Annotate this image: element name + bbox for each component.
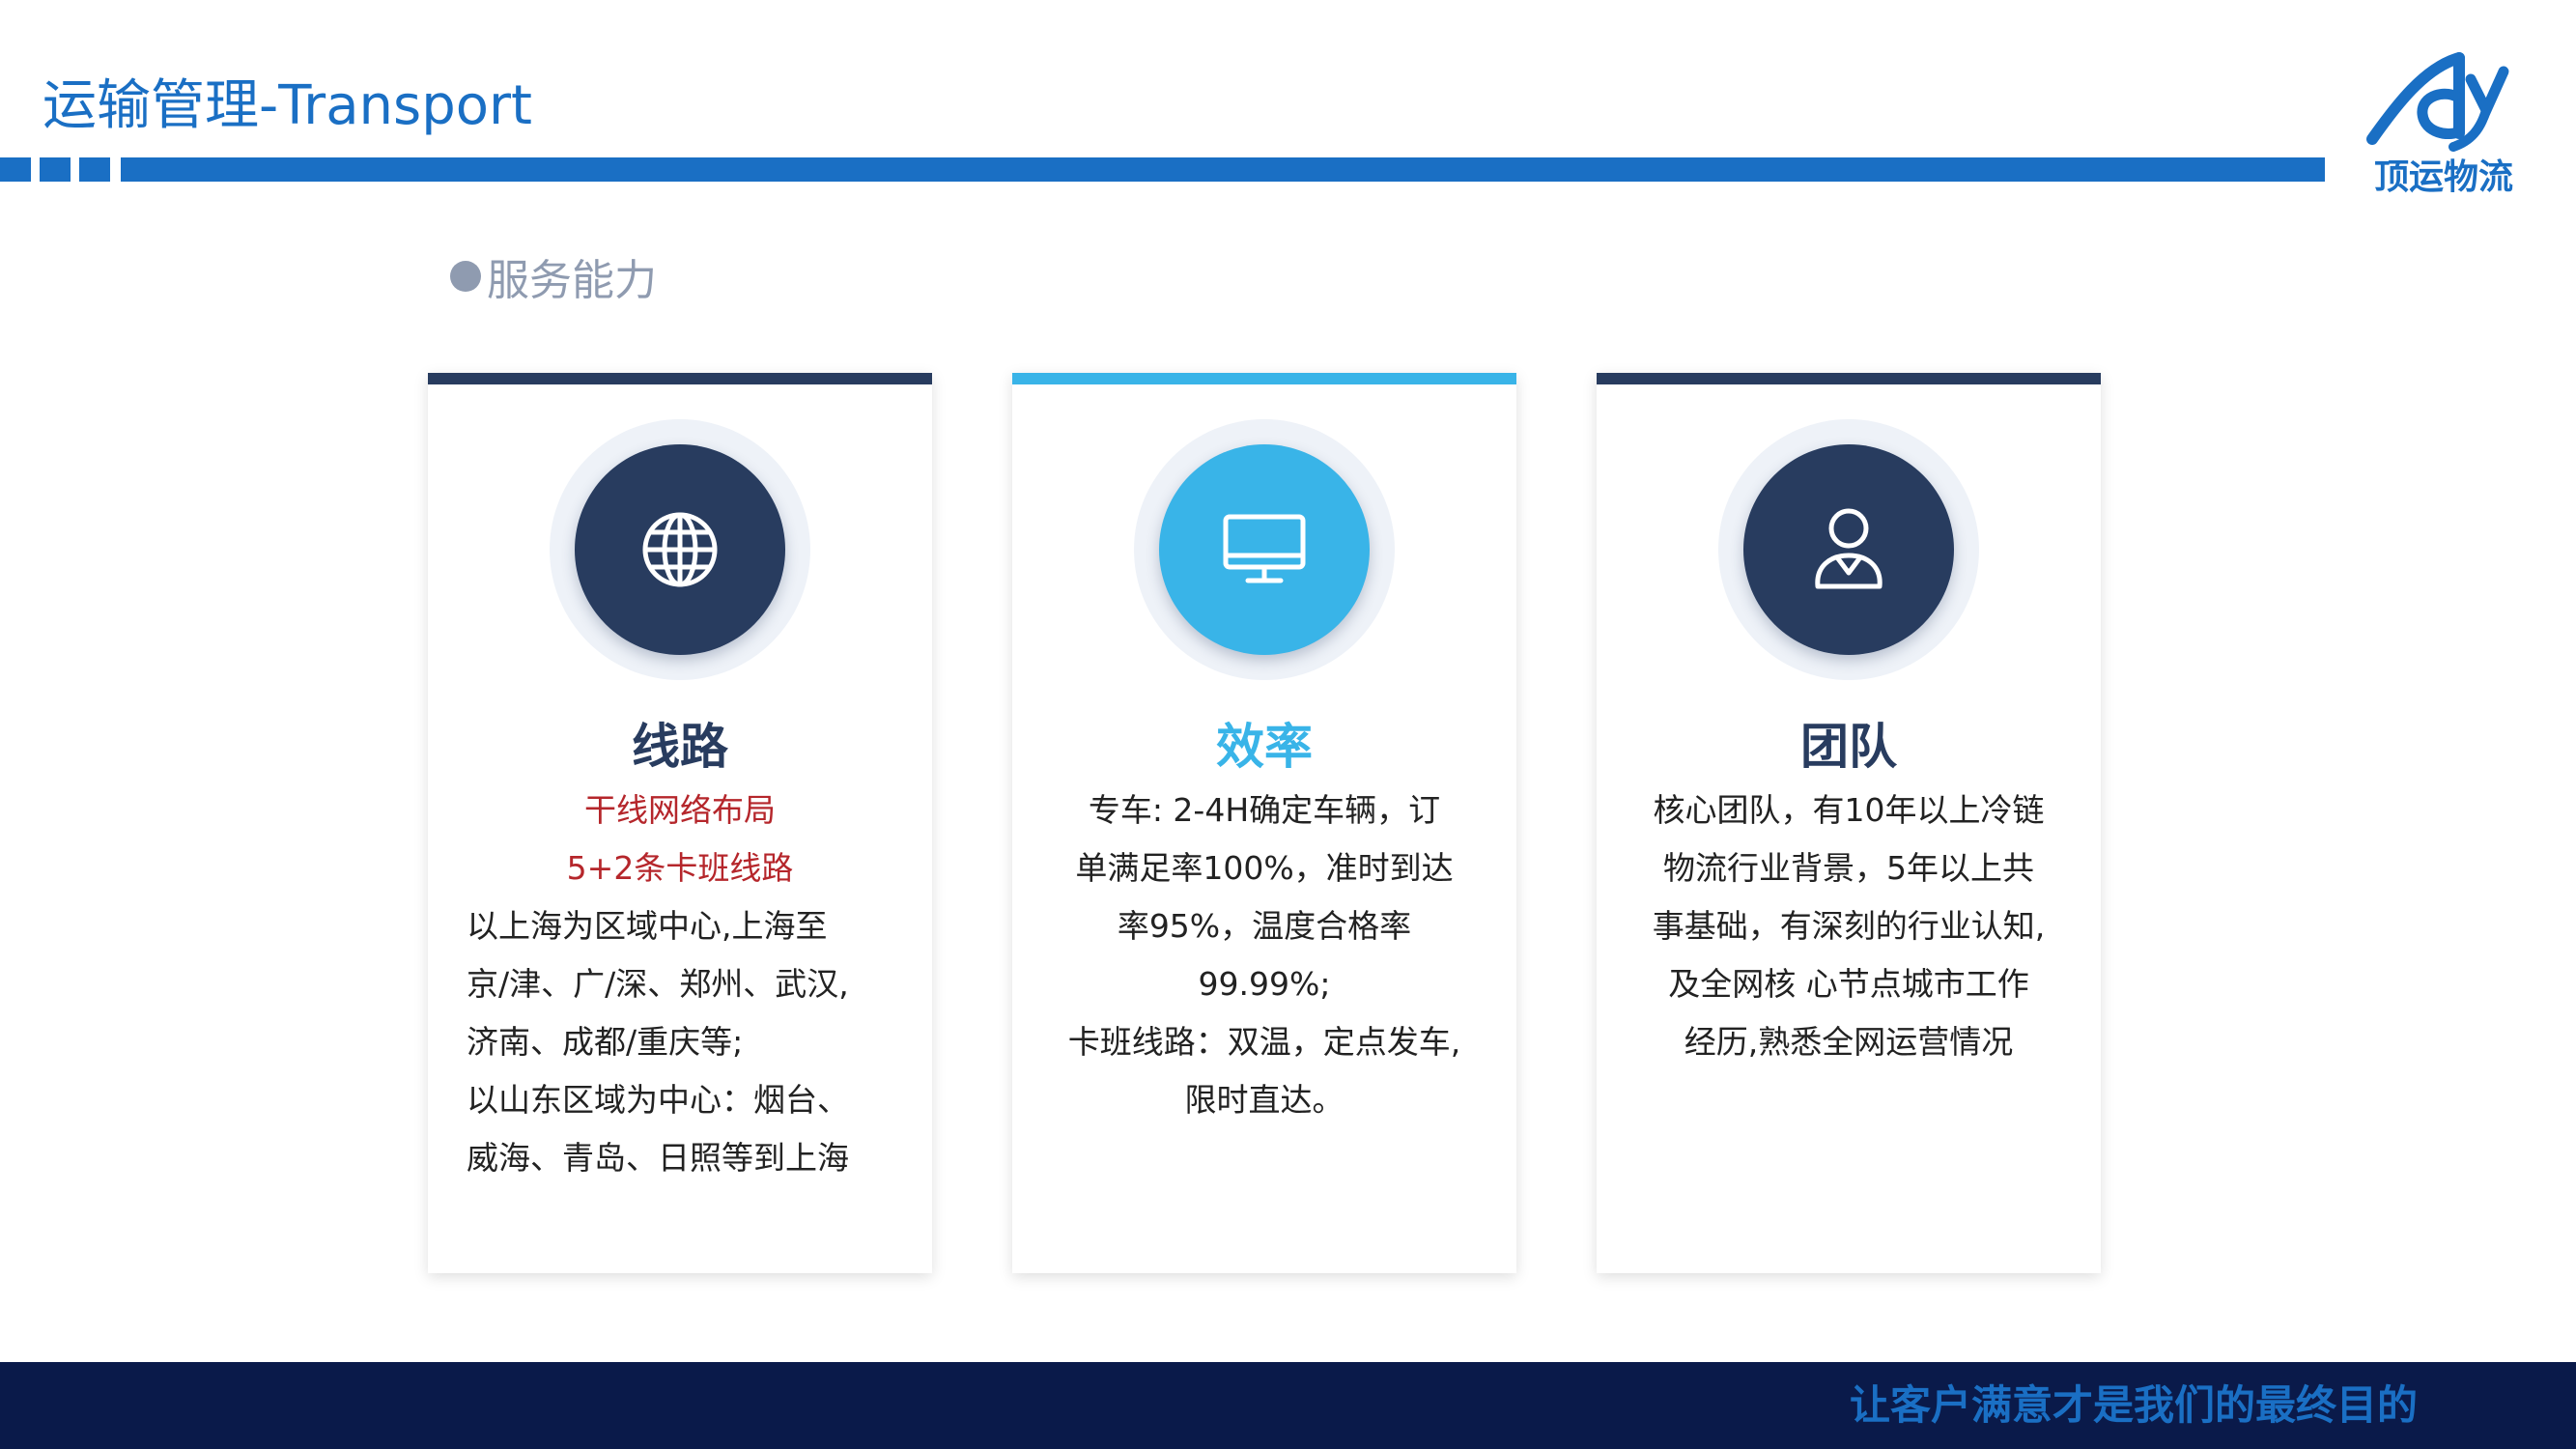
footer-slogan: 让客户满意才是我们的最终目的 — [1849, 1381, 2418, 1429]
card-line: 威海、青岛、日照等到上海 — [467, 1139, 849, 1177]
card-line: 物流行业背景，5年以上共 — [1663, 849, 2034, 887]
card-line: 核心团队，有10年以上冷链 — [1653, 791, 2045, 829]
card-line: 事基础，有深刻的行业认知, — [1652, 907, 2046, 945]
header-square-2 — [40, 157, 71, 182]
card-line: 单满足率100%，准时到达 — [1075, 849, 1454, 887]
card-line: 以上海为区域中心,上海至 — [467, 907, 828, 945]
card-line: 卡班线路：双温，定点发车, — [1067, 1023, 1461, 1061]
card-line: 5+2条卡班线路 — [566, 849, 794, 887]
bullet-dot-icon — [450, 261, 481, 292]
card-line: 专车: 2-4H确定车辆，订 — [1088, 791, 1441, 829]
card-body: 干线网络布局 5+2条卡班线路 以上海为区域中心,上海至 京/津、广/深、郑州、… — [467, 781, 893, 1187]
card-title: 线路 — [632, 719, 728, 775]
monitor-icon — [1223, 514, 1306, 583]
card-body: 专车: 2-4H确定车辆，订 单满足率100%，准时到达 率95%，温度合格率 … — [1051, 781, 1478, 1129]
card-line: 及全网核 心节点城市工作 — [1668, 965, 2029, 1003]
card-line: 京/津、广/深、郑州、武汉, — [467, 965, 849, 1003]
icon-circle — [1743, 444, 1954, 655]
card-top-bar — [428, 373, 932, 384]
icon-circle — [1159, 444, 1370, 655]
footer-bar: 让客户满意才是我们的最终目的 — [0, 1362, 2576, 1449]
header-square-1 — [0, 157, 31, 182]
card-efficiency: 效率 专车: 2-4H确定车辆，订 单满足率100%，准时到达 率95%，温度合… — [1012, 373, 1516, 1273]
card-line: 率95%，温度合格率 — [1117, 907, 1412, 945]
header-divider-bar — [121, 157, 2325, 182]
user-icon — [1815, 508, 1882, 589]
card-team: 团队 核心团队，有10年以上冷链 物流行业背景，5年以上共 事基础，有深刻的行业… — [1597, 373, 2101, 1273]
card-top-bar — [1012, 373, 1516, 384]
header-square-3 — [79, 157, 110, 182]
icon-ring — [1718, 419, 1979, 680]
card-title: 团队 — [1800, 719, 1897, 775]
section-heading-text: 服务能力 — [487, 256, 657, 305]
card-body: 核心团队，有10年以上冷链 物流行业背景，5年以上共 事基础，有深刻的行业认知,… — [1635, 781, 2062, 1071]
card-line: 限时直达。 — [1184, 1081, 1345, 1119]
globe-icon — [642, 512, 718, 587]
card-line: 以山东区域为中心：烟台、 — [467, 1081, 849, 1119]
section-heading: 服务能力 — [450, 247, 657, 305]
page-title: 运输管理-Transport — [42, 74, 532, 137]
company-logo: 顶运物流 — [2357, 50, 2531, 205]
card-line: 济南、成都/重庆等; — [467, 1023, 744, 1061]
logo-mark-icon — [2366, 52, 2509, 152]
icon-circle — [575, 444, 785, 655]
icon-ring — [550, 419, 810, 680]
card-line: 干线网络布局 — [584, 791, 776, 829]
card-title: 效率 — [1216, 719, 1313, 775]
card-line: 99.99%; — [1198, 965, 1331, 1003]
icon-ring — [1134, 419, 1395, 680]
card-routes: 线路 干线网络布局 5+2条卡班线路 以上海为区域中心,上海至 京/津、广/深、… — [428, 373, 932, 1273]
logo-text: 顶运物流 — [2373, 157, 2513, 197]
card-line: 经历,熟悉全网运营情况 — [1684, 1023, 2014, 1061]
card-top-bar — [1597, 373, 2101, 384]
